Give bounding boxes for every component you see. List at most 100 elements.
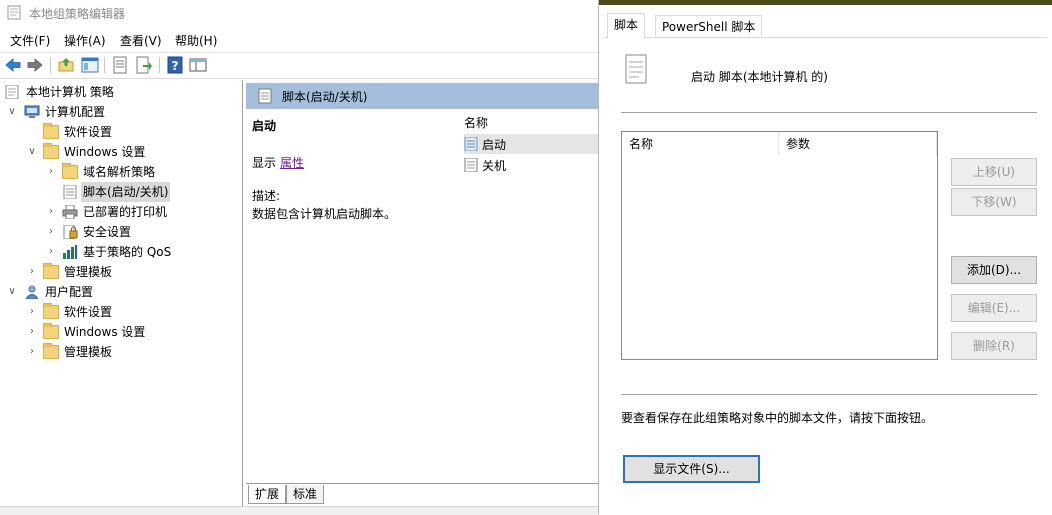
menu-view[interactable]: 查看(V) (120, 32, 162, 49)
show-files-label: 显示文件(S)... (653, 462, 730, 476)
tree-item-label: 管理模板 (64, 265, 113, 279)
security-icon (63, 225, 78, 239)
add-button[interactable]: 添加(D)... (951, 256, 1037, 284)
tree-item-label: 管理模板 (64, 345, 113, 359)
list-item-label: 关机 (482, 159, 507, 173)
forward-arrow-icon[interactable] (26, 56, 44, 74)
extended-description: 启动 显示 属性 描述: 数据包含计算机启动脚本。 (246, 109, 451, 481)
startup-script-large-icon (625, 54, 647, 84)
show-files-hint: 要查看保存在此组策略对象中的脚本文件，请按下面按钮。 (621, 411, 934, 425)
tree-item-label: 脚本(启动/关机) (81, 182, 171, 202)
list-item-shutdown[interactable]: 关机 (464, 155, 598, 175)
printer-icon (62, 205, 78, 219)
tree-item-label: 域名解析策略 (83, 165, 156, 179)
help-icon[interactable]: ? (166, 56, 184, 74)
tree-item-label: 软件设置 (64, 125, 113, 139)
details-pane: 脚本(启动/关机) 启动 显示 属性 描述: 数据包含计算机启动脚本。 名称 启… (246, 83, 598, 514)
details-header-title: 脚本(启动/关机) (282, 90, 368, 104)
show-hide-console-tree-icon[interactable] (81, 56, 99, 74)
tree-item-label: Windows 设置 (64, 145, 146, 159)
view-pane-icon[interactable] (189, 56, 207, 74)
show-files-button[interactable]: 显示文件(S)... (623, 455, 760, 483)
export-list-icon[interactable] (135, 56, 153, 74)
scripts-list: 名称 启动 关机 (451, 109, 598, 481)
qos-chart-icon (63, 245, 77, 259)
section-title: 启动 (252, 119, 277, 133)
folder-icon (43, 263, 59, 279)
tab-powershell-scripts[interactable]: PowerShell 脚本 (655, 15, 763, 38)
svg-text:?: ? (172, 59, 179, 73)
tree-item-label: 已部署的打印机 (83, 205, 168, 219)
list-item-startup[interactable]: 启动 (464, 134, 598, 154)
menu-bar: 文件(F) 操作(A) 查看(V) 帮助(H) (0, 29, 598, 51)
tab-scripts[interactable]: 脚本 (607, 13, 646, 38)
chevron-right-icon[interactable]: › (45, 222, 57, 242)
chevron-down-icon[interactable]: ∨ (26, 142, 38, 162)
up-folder-icon[interactable] (57, 56, 75, 74)
tree-root-label: 本地计算机 策略 (26, 85, 114, 99)
toolbar: ? (0, 52, 598, 79)
startup-script-icon (464, 137, 478, 151)
properties-sheet-icon[interactable] (111, 56, 129, 74)
chevron-right-icon[interactable]: › (26, 322, 38, 342)
window-title: 本地组策略编辑器 (29, 7, 126, 21)
move-down-button[interactable]: 下移(W) (951, 188, 1037, 216)
folder-icon (43, 343, 59, 359)
tree-item-label: 安全设置 (83, 225, 132, 239)
details-header: 脚本(启动/关机) (246, 83, 598, 109)
tree-item-label: Windows 设置 (64, 325, 146, 339)
edit-label: 编辑(E)... (967, 301, 1021, 315)
policy-editor-app-icon (7, 5, 21, 20)
chevron-right-icon[interactable]: › (26, 262, 38, 282)
shutdown-script-icon (464, 158, 478, 172)
properties-link[interactable]: 属性 (280, 154, 304, 171)
chevron-right-icon[interactable]: › (45, 202, 57, 222)
menu-help[interactable]: 帮助(H) (175, 32, 217, 49)
chevron-right-icon[interactable]: › (45, 242, 57, 262)
folder-icon (43, 303, 59, 319)
menu-file[interactable]: 文件(F) (10, 32, 50, 49)
chevron-right-icon[interactable]: › (45, 162, 57, 182)
move-up-button[interactable]: 上移(U) (951, 158, 1037, 186)
folder-icon (43, 143, 59, 159)
edit-button[interactable]: 编辑(E)... (951, 294, 1037, 322)
chevron-right-icon[interactable]: › (26, 342, 38, 362)
add-label: 添加(D)... (966, 263, 1022, 277)
tree-item-label: 用户配置 (45, 285, 94, 299)
tree-item-label: 计算机配置 (45, 105, 106, 119)
dialog-heading: 启动 脚本(本地计算机 的) (691, 70, 828, 84)
list-item-label: 启动 (482, 138, 507, 152)
tab-standard[interactable]: 标准 (286, 485, 325, 504)
user-icon (25, 285, 39, 299)
description-text: 数据包含计算机启动脚本。 (252, 207, 397, 221)
remove-label: 删除(R) (973, 339, 1015, 353)
remove-button[interactable]: 删除(R) (951, 332, 1037, 360)
view-tabs: 扩展 标准 (246, 483, 598, 505)
column-header-parameters[interactable]: 参数 (779, 132, 937, 156)
column-header-name[interactable]: 名称 (622, 132, 779, 156)
display-label: 显示 (252, 156, 277, 170)
list-header-name[interactable]: 名称 (464, 114, 488, 131)
tree-item-label: 基于策略的 QoS (83, 245, 172, 259)
menu-action[interactable]: 操作(A) (64, 32, 106, 49)
chevron-down-icon[interactable]: ∨ (6, 282, 18, 302)
folder-icon (62, 163, 78, 179)
description-label: 描述: (252, 189, 281, 203)
back-arrow-icon[interactable] (4, 56, 22, 74)
chevron-right-icon[interactable]: › (26, 302, 38, 322)
folder-icon (43, 123, 59, 139)
console-tree: 本地计算机 策略 ∨ 计算机配置 软件设置 ∨ Windows 设置 › 域名解… (0, 80, 243, 514)
tree-item-label: 软件设置 (64, 305, 113, 319)
folder-icon (43, 323, 59, 339)
tab-extended[interactable]: 扩展 (248, 485, 287, 504)
policy-document-icon (5, 85, 19, 99)
move-up-label: 上移(U) (972, 165, 1016, 179)
script-icon (63, 185, 77, 199)
move-down-label: 下移(W) (971, 195, 1017, 209)
computer-icon (24, 105, 40, 118)
dialog-tabs: 脚本 PowerShell 脚本 (599, 5, 1052, 38)
chevron-down-icon[interactable]: ∨ (6, 102, 18, 122)
scripts-listbox[interactable]: 名称 参数 (621, 131, 938, 360)
title-bar: 本地组策略编辑器 (0, 0, 598, 26)
startup-properties-dialog: 脚本 PowerShell 脚本 启动 脚本(本地计算机 的) 名称 参数 上移… (598, 0, 1052, 514)
